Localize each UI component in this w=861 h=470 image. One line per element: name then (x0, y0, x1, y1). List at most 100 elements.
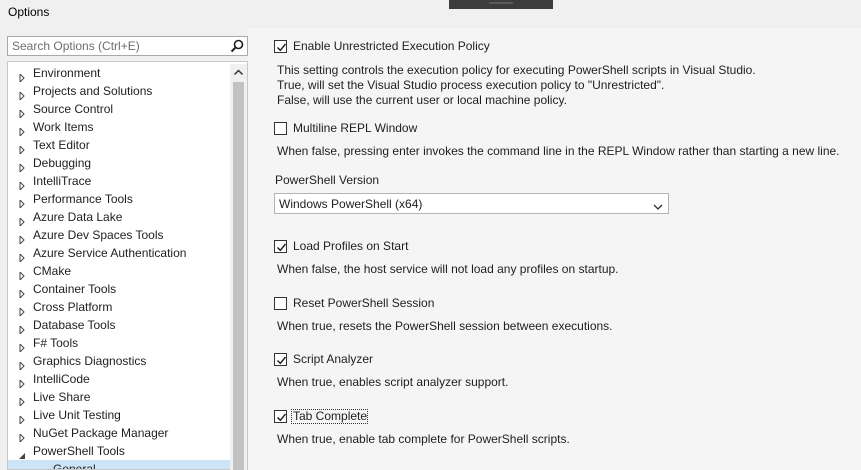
reset-session-description: When true, resets the PowerShell session… (277, 319, 613, 333)
tree-item-label: Graphics Diagnostics (33, 354, 147, 368)
tree-item-label: Source Control (33, 102, 114, 116)
chevron-down-icon[interactable] (653, 200, 663, 210)
tree-item-azure-dev-spaces-tools[interactable]: Azure Dev Spaces Tools (8, 226, 230, 246)
tree-item-label: General (53, 462, 96, 470)
tree-item-cmake[interactable]: CMake (8, 262, 230, 282)
tree-item-label: Environment (33, 66, 101, 80)
expand-arrow-icon[interactable] (18, 267, 26, 282)
tree-item-label: Cross Platform (33, 300, 113, 314)
powershell-version-value: Windows PowerShell (x64) (279, 197, 423, 211)
reset-session-checkbox[interactable] (274, 297, 287, 310)
load-profiles-description: When false, the host service will not lo… (277, 262, 619, 276)
search-icon[interactable] (229, 38, 245, 54)
tree-item-label: Live Unit Testing (33, 408, 121, 422)
powershell-version-label: PowerShell Version (275, 173, 380, 187)
search-input[interactable] (8, 37, 226, 55)
tree-item-environment[interactable]: Environment (8, 64, 230, 84)
tree-item-label: IntelliCode (33, 372, 90, 386)
unrestricted-policy-description: This setting controls the execution poli… (277, 63, 756, 107)
tree-item-debugging[interactable]: Debugging (8, 154, 230, 174)
expand-arrow-icon[interactable] (18, 429, 26, 444)
tree-item-projects-and-solutions[interactable]: Projects and Solutions (8, 82, 230, 102)
tree-item-azure-service-authentication[interactable]: Azure Service Authentication (8, 244, 230, 264)
tree-item-intellicode[interactable]: IntelliCode (8, 370, 230, 390)
expand-arrow-icon[interactable] (18, 213, 26, 228)
tree-item-label: Azure Data Lake (33, 210, 123, 224)
expand-arrow-icon[interactable] (18, 195, 26, 210)
expand-arrow-icon[interactable] (18, 303, 26, 318)
expand-arrow-icon[interactable] (18, 375, 26, 390)
expand-arrow-icon[interactable] (18, 321, 26, 336)
tree-item-f-tools[interactable]: F# Tools (8, 334, 230, 354)
tree-item-label: IntelliTrace (33, 174, 92, 188)
tree-item-source-control[interactable]: Source Control (8, 100, 230, 120)
tree-scrollbar[interactable] (230, 64, 247, 470)
tree-item-label: Container Tools (33, 282, 117, 296)
expand-arrow-icon[interactable] (18, 357, 26, 372)
tab-complete-description: When true, enable tab complete for Power… (277, 432, 570, 446)
tree-item-label: PowerShell Tools (33, 444, 125, 458)
tree-item-label: Work Items (33, 120, 94, 134)
tree-item-powershell-tools[interactable]: PowerShell Tools (8, 442, 230, 460)
window-title: Options (8, 5, 50, 19)
search-box[interactable] (7, 36, 248, 56)
script-analyzer-label: Script Analyzer (293, 352, 374, 366)
tree-item-nuget-package-manager[interactable]: NuGet Package Manager (8, 424, 230, 444)
multiline-repl-description: When false, pressing enter invokes the c… (277, 144, 840, 158)
tree-item-label: CMake (33, 264, 72, 278)
tree-item-label: Debugging (33, 156, 92, 170)
reset-session-label: Reset PowerShell Session (293, 296, 435, 310)
script-analyzer-description: When true, enables script analyzer suppo… (277, 375, 509, 389)
tree-item-azure-data-lake[interactable]: Azure Data Lake (8, 208, 230, 228)
expand-arrow-icon[interactable] (18, 177, 26, 192)
expand-arrow-icon[interactable] (18, 285, 26, 300)
tree-item-label: Text Editor (33, 138, 90, 152)
options-tree: Environment Projects and Solutions Source … (7, 61, 248, 470)
expand-arrow-icon[interactable] (18, 141, 26, 156)
tree-item-label: Azure Dev Spaces Tools (33, 228, 164, 242)
focus-rectangle (291, 409, 368, 424)
expand-arrow-icon[interactable] (18, 69, 26, 84)
tree-item-label: Live Share (33, 390, 91, 404)
tree-item-live-share[interactable]: Live Share (8, 388, 230, 408)
tree-item-label: Azure Service Authentication (33, 246, 187, 260)
expand-arrow-icon[interactable] (18, 87, 26, 102)
tab-complete-checkbox[interactable] (274, 410, 287, 423)
scrollbar-thumb[interactable] (233, 82, 244, 470)
tree-item-work-items[interactable]: Work Items (8, 118, 230, 138)
unrestricted-policy-label: Enable Unrestricted Execution Policy (293, 39, 490, 53)
expand-arrow-icon[interactable] (18, 411, 26, 426)
tree-item-label: F# Tools (33, 336, 79, 350)
expand-arrow-icon[interactable] (18, 105, 26, 120)
tree-item-label: Projects and Solutions (33, 84, 153, 98)
tree-item-text-editor[interactable]: Text Editor (8, 136, 230, 156)
tree-item-intellitrace[interactable]: IntelliTrace (8, 172, 230, 192)
expand-arrow-icon[interactable] (18, 393, 26, 408)
load-profiles-checkbox[interactable] (274, 240, 287, 253)
tree-item-performance-tools[interactable]: Performance Tools (8, 190, 230, 210)
tree-item-graphics-diagnostics[interactable]: Graphics Diagnostics (8, 352, 230, 372)
expand-arrow-icon[interactable] (18, 159, 26, 174)
title-bar: Options (0, 0, 861, 28)
scroll-up-button[interactable] (230, 64, 247, 81)
powershell-version-dropdown[interactable]: Windows PowerShell (x64) (274, 193, 669, 214)
tree-item-cross-platform[interactable]: Cross Platform (8, 298, 230, 318)
multiline-repl-checkbox[interactable] (274, 122, 287, 135)
expand-arrow-icon[interactable] (18, 249, 26, 264)
unrestricted-policy-checkbox[interactable] (274, 40, 287, 53)
collapse-arrow-icon[interactable] (18, 447, 26, 459)
tree-item-general[interactable]: General (8, 460, 230, 470)
tree-item-label: NuGet Package Manager (33, 426, 169, 440)
drag-handle[interactable] (449, 0, 553, 9)
tree-item-database-tools[interactable]: Database Tools (8, 316, 230, 336)
expand-arrow-icon[interactable] (18, 123, 26, 138)
tree-item-live-unit-testing[interactable]: Live Unit Testing (8, 406, 230, 426)
tree-item-container-tools[interactable]: Container Tools (8, 280, 230, 300)
tree-item-label: Performance Tools (33, 192, 133, 206)
expand-arrow-icon[interactable] (18, 339, 26, 354)
multiline-repl-label: Multiline REPL Window (293, 121, 418, 135)
tree-item-label: Database Tools (33, 318, 116, 332)
script-analyzer-checkbox[interactable] (274, 353, 287, 366)
expand-arrow-icon[interactable] (18, 231, 26, 246)
load-profiles-label: Load Profiles on Start (293, 239, 409, 253)
